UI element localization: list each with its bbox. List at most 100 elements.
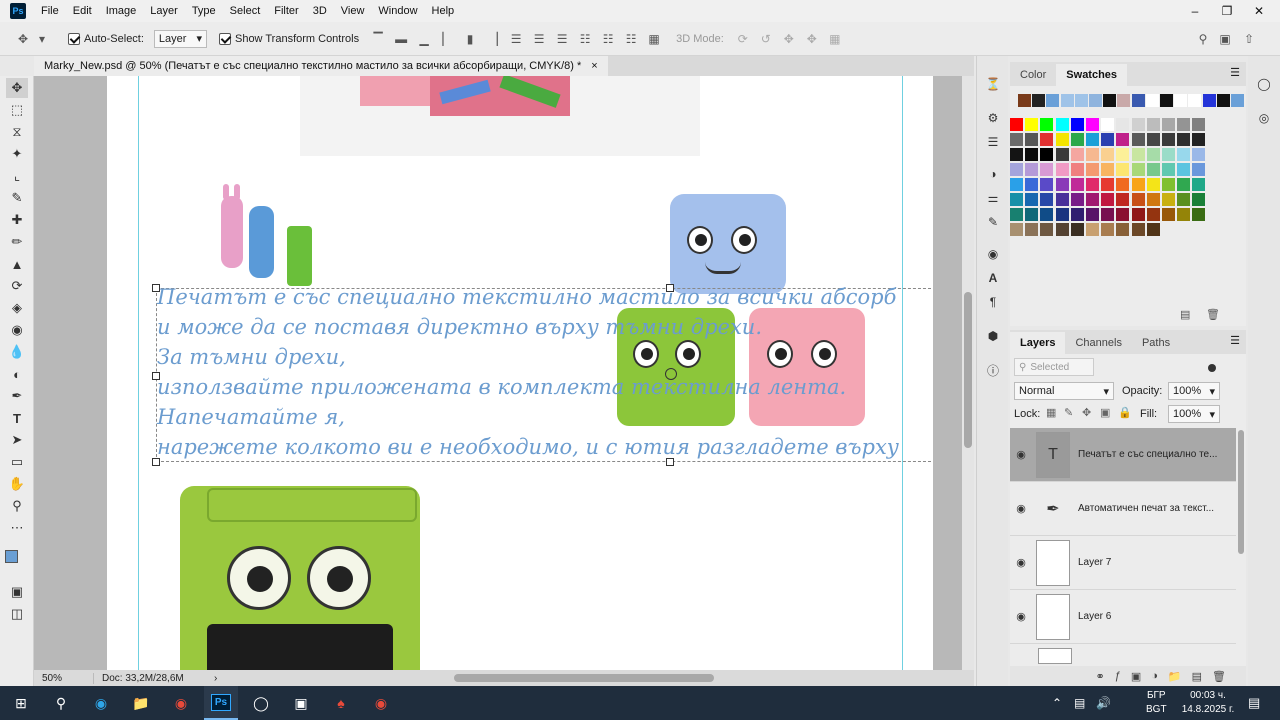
swatch[interactable] bbox=[1117, 94, 1131, 107]
swatch[interactable] bbox=[1101, 208, 1115, 221]
document-canvas[interactable]: Печатът е със специално текстилно мастил… bbox=[107, 76, 933, 670]
menu-layer[interactable]: Layer bbox=[143, 0, 185, 22]
chrome-icon[interactable]: ◉ bbox=[164, 686, 198, 720]
swatch[interactable] bbox=[1040, 133, 1054, 146]
swatch[interactable] bbox=[1101, 178, 1115, 191]
align-hcenter-icon[interactable]: ▮ bbox=[461, 30, 479, 48]
swatch[interactable] bbox=[1116, 193, 1130, 206]
swatch[interactable] bbox=[1177, 163, 1191, 176]
swatch[interactable] bbox=[1055, 163, 1069, 176]
delete-layer-icon[interactable]: 🗑 bbox=[1212, 670, 1226, 683]
swatch[interactable] bbox=[1040, 208, 1054, 221]
search-icon[interactable]: ⚲ bbox=[1194, 30, 1212, 48]
eye-icon[interactable]: ◉ bbox=[1010, 556, 1032, 569]
eye-icon[interactable]: ◉ bbox=[1010, 448, 1032, 461]
3d-rotate-icon[interactable]: ⟳ bbox=[734, 30, 752, 48]
3d-scale-icon[interactable]: ▦ bbox=[826, 30, 844, 48]
history-icon[interactable]: ⏳ bbox=[985, 76, 1001, 92]
swatch[interactable] bbox=[1025, 148, 1039, 161]
swatch[interactable] bbox=[1040, 178, 1054, 191]
lock-image-icon[interactable]: ✎ bbox=[1064, 406, 1073, 419]
share-icon[interactable]: ⇧ bbox=[1240, 30, 1258, 48]
foreground-color-swatch[interactable] bbox=[5, 550, 18, 563]
transform-handle[interactable] bbox=[152, 284, 160, 292]
menu-view[interactable]: View bbox=[334, 0, 372, 22]
swatch[interactable] bbox=[1101, 133, 1115, 146]
panel-menu-icon[interactable]: ☰ bbox=[1230, 66, 1240, 79]
swatch[interactable] bbox=[1146, 223, 1160, 236]
swatch[interactable] bbox=[1192, 163, 1206, 176]
text-layer[interactable]: Печатът е със специално текстилно мастил… bbox=[157, 282, 899, 462]
swatch[interactable] bbox=[1070, 193, 1084, 206]
swatch[interactable] bbox=[1116, 133, 1130, 146]
swatch[interactable] bbox=[1231, 94, 1244, 107]
swatch[interactable] bbox=[1040, 163, 1054, 176]
swatch[interactable] bbox=[1010, 193, 1023, 206]
distribute-top-icon[interactable]: ☰ bbox=[507, 30, 525, 48]
swatch[interactable] bbox=[1025, 133, 1039, 146]
swatch[interactable] bbox=[1192, 193, 1206, 206]
move-tool-icon[interactable]: ✥ bbox=[6, 78, 28, 98]
swatch[interactable] bbox=[1192, 133, 1206, 146]
swatch[interactable] bbox=[1089, 94, 1102, 107]
chrome-icon[interactable]: ◉ bbox=[364, 686, 398, 720]
windows-start-icon[interactable]: ⊞ bbox=[4, 686, 38, 720]
3d-drag-icon[interactable]: ✥ bbox=[780, 30, 798, 48]
tab-paths[interactable]: Paths bbox=[1132, 332, 1180, 354]
menu-file[interactable]: File bbox=[34, 0, 66, 22]
transform-center-icon[interactable] bbox=[665, 368, 677, 380]
app-icon[interactable]: ◯ bbox=[244, 686, 278, 720]
properties-icon[interactable]: ◑ bbox=[985, 166, 1001, 182]
tab-swatches[interactable]: Swatches bbox=[1056, 64, 1128, 86]
swatch[interactable] bbox=[1040, 148, 1054, 161]
eye-icon[interactable]: ◉ bbox=[1010, 610, 1032, 623]
swatch[interactable] bbox=[1086, 223, 1099, 236]
brush-settings-icon[interactable]: ☰ bbox=[985, 134, 1001, 150]
app-red-icon[interactable]: ♠ bbox=[324, 686, 358, 720]
swatch[interactable] bbox=[1146, 208, 1160, 221]
eyedropper-tool-icon[interactable]: ✎ bbox=[6, 188, 28, 208]
align-left-icon[interactable]: ▏ bbox=[438, 30, 456, 48]
swatch[interactable] bbox=[1177, 148, 1191, 161]
layer-row-6[interactable]: ◉ Layer 6 bbox=[1010, 590, 1236, 644]
swatch[interactable] bbox=[1192, 118, 1206, 131]
new-group-icon[interactable]: 📁 bbox=[1168, 670, 1182, 683]
swatch[interactable] bbox=[1131, 178, 1145, 191]
swatch[interactable] bbox=[1192, 178, 1206, 191]
document-tab[interactable]: Marky_New.psd @ 50% (Печатът е със специ… bbox=[34, 56, 608, 76]
distribute-bottom-icon[interactable]: ☰ bbox=[553, 30, 571, 48]
dodge-tool-icon[interactable]: ◐ bbox=[6, 364, 28, 384]
fill-input[interactable]: 100% ▾ bbox=[1168, 405, 1220, 423]
filter-toggle-icon[interactable] bbox=[1208, 364, 1216, 372]
swatch[interactable] bbox=[1086, 163, 1099, 176]
rectangle-tool-icon[interactable]: ▭ bbox=[6, 452, 28, 472]
menu-3d[interactable]: 3D bbox=[306, 0, 334, 22]
lock-artboard-icon[interactable]: ▣ bbox=[1100, 406, 1110, 419]
crop-tool-icon[interactable]: ⌞ bbox=[6, 166, 28, 186]
layer-row-path-text[interactable]: ◉ ✒ Автоматичен печат за текст... bbox=[1010, 482, 1236, 536]
character-icon[interactable]: A bbox=[985, 270, 1001, 286]
zoom-level[interactable]: 50% bbox=[34, 672, 94, 684]
minimize-icon[interactable]: – bbox=[1180, 0, 1210, 22]
adjustment-layer-icon[interactable]: ◑ bbox=[1151, 670, 1158, 682]
distribute-hcenter-icon[interactable]: ☷ bbox=[599, 30, 617, 48]
swatch[interactable] bbox=[1046, 94, 1060, 107]
swatch[interactable] bbox=[1070, 148, 1084, 161]
swatch[interactable] bbox=[1025, 178, 1039, 191]
swatch[interactable] bbox=[1146, 178, 1160, 191]
swatch[interactable] bbox=[1116, 223, 1130, 236]
blend-mode-select[interactable]: Normal ▾ bbox=[1014, 382, 1114, 400]
swatch[interactable] bbox=[1146, 193, 1160, 206]
type-tool-icon[interactable]: T bbox=[6, 408, 28, 428]
swatch[interactable] bbox=[1177, 208, 1191, 221]
panel-menu-icon[interactable]: ☰ bbox=[1230, 334, 1240, 347]
swatch[interactable] bbox=[1162, 148, 1175, 161]
layer-row-7[interactable]: ◉ Layer 7 bbox=[1010, 536, 1236, 590]
distribute-vcenter-icon[interactable]: ☰ bbox=[530, 30, 548, 48]
restore-icon[interactable]: ❐ bbox=[1212, 0, 1242, 22]
hand-tool-icon[interactable]: ✋ bbox=[6, 474, 28, 494]
swatch[interactable] bbox=[1055, 223, 1069, 236]
align-options-icon[interactable]: ▦ bbox=[645, 30, 663, 48]
swatch[interactable] bbox=[1131, 118, 1145, 131]
swatch[interactable] bbox=[1131, 133, 1145, 146]
